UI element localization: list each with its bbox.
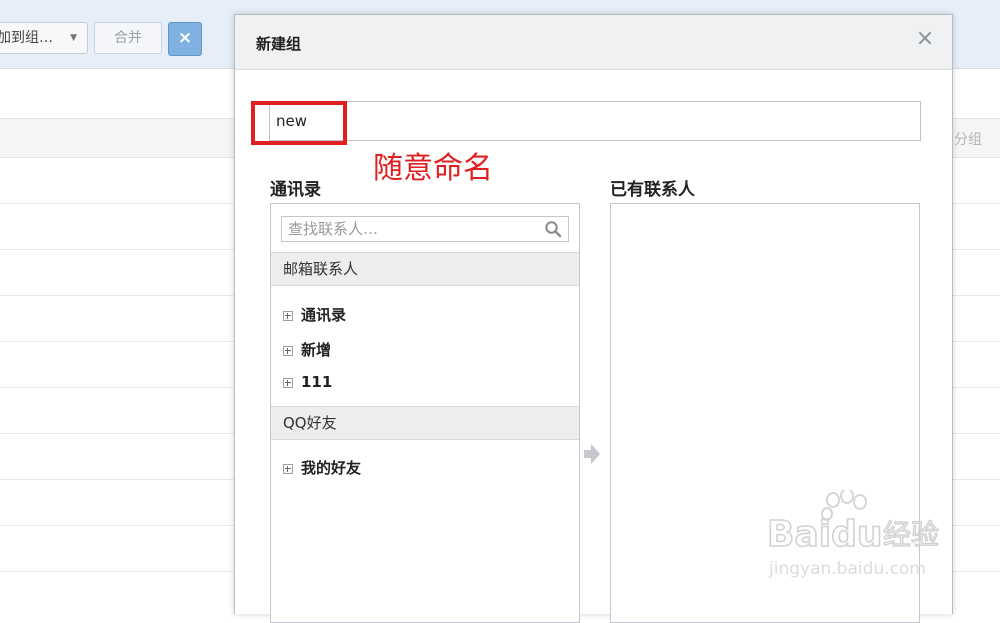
expand-icon[interactable] xyxy=(283,346,293,356)
contacts-pane-title: 通讯录 xyxy=(270,180,321,200)
annotation-highlight-box xyxy=(251,101,347,145)
watermark-brand: Bai xyxy=(767,514,831,555)
tree-item-label: 我的好友 xyxy=(301,459,362,477)
tree-item-label: 通讯录 xyxy=(301,306,347,324)
selected-pane-title: 已有联系人 xyxy=(610,180,695,200)
expand-icon[interactable] xyxy=(283,464,293,474)
dialog-title: 新建组 xyxy=(256,35,302,53)
tree-item-contacts[interactable]: 通讯录 xyxy=(283,304,346,326)
tree-item-111[interactable]: 111 xyxy=(283,373,332,395)
svg-text:Baidu: Baidu xyxy=(767,514,882,555)
watermark-suffix: 经验 xyxy=(883,518,939,551)
group-header-mail-contacts[interactable]: 邮箱联系人 xyxy=(271,252,579,286)
tree-item-my-friends[interactable]: 我的好友 xyxy=(283,457,361,479)
add-to-group-dropdown[interactable]: 加到组… ▼ xyxy=(0,22,88,54)
contacts-pane: 邮箱联系人 通讯录 新增 111 QQ好友 我的好友 xyxy=(270,203,580,623)
watermark-brand2: du xyxy=(831,514,882,555)
chevron-down-icon: ▼ xyxy=(70,33,77,43)
annotation-text: 随意命名 xyxy=(373,151,493,186)
search-icon[interactable] xyxy=(544,220,562,238)
merge-button[interactable]: 合并 xyxy=(94,22,162,54)
baidu-jingyan-watermark: Baidu 经验 jingyan.baidu.com xyxy=(766,490,940,579)
tree-item-new[interactable]: 新增 xyxy=(283,339,331,361)
search-input[interactable] xyxy=(282,217,538,241)
search-box xyxy=(281,216,569,242)
group-name-input[interactable] xyxy=(269,101,921,141)
close-icon[interactable]: × xyxy=(168,22,202,56)
expand-icon[interactable] xyxy=(283,311,293,321)
add-to-group-label: 加到组… xyxy=(0,30,53,46)
group-header-qq-friends[interactable]: QQ好友 xyxy=(271,406,579,440)
dialog-header: 新建组 × xyxy=(235,15,952,70)
tree-item-label: 111 xyxy=(301,373,333,391)
tree-item-label: 新增 xyxy=(301,341,332,359)
close-icon[interactable]: × xyxy=(914,28,936,50)
expand-icon[interactable] xyxy=(283,378,293,388)
group-column-header: 分组 xyxy=(954,132,982,148)
watermark-url: jingyan.baidu.com xyxy=(768,559,926,579)
arrow-right-icon[interactable] xyxy=(584,443,600,465)
